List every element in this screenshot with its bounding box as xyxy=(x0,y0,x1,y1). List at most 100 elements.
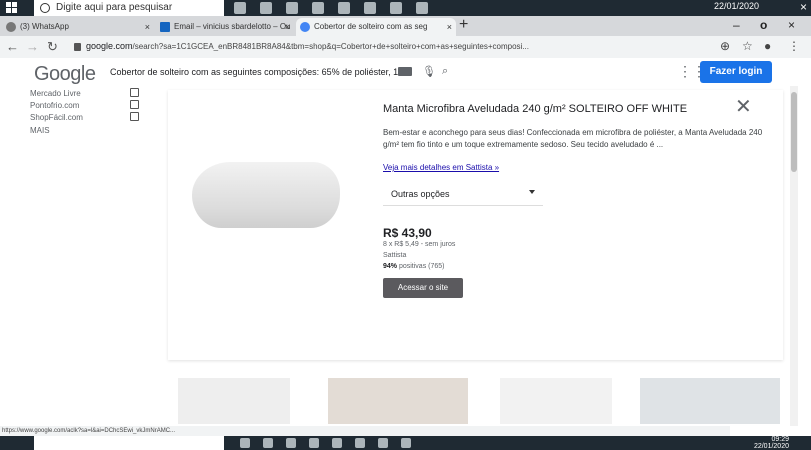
app-icon[interactable] xyxy=(416,2,428,14)
app-icon[interactable] xyxy=(378,438,388,448)
taskbar-date: 22/01/2020 xyxy=(713,1,759,11)
other-options-dropdown[interactable]: Outras opções xyxy=(383,182,543,206)
login-button[interactable]: Fazer login xyxy=(700,61,772,83)
tab-email[interactable]: Email – vinicius sbardelotto – Ou × xyxy=(156,18,294,36)
keyboard-icon[interactable] xyxy=(398,67,412,76)
minimize-icon[interactable]: – xyxy=(733,18,740,32)
bookmark-star-icon[interactable]: ☆ xyxy=(742,39,753,53)
outlook-icon xyxy=(160,22,170,32)
close-tab-icon[interactable]: × xyxy=(145,18,150,36)
app-icon[interactable] xyxy=(332,438,342,448)
result-thumbnail[interactable] xyxy=(640,378,780,424)
taskbar-apps xyxy=(234,2,428,14)
rating-text: positivas (765) xyxy=(398,263,445,270)
more-details-link[interactable]: Veja mais detalhes em Sattista » xyxy=(383,163,499,172)
lock-icon xyxy=(74,43,81,51)
new-tab-button[interactable]: + xyxy=(459,16,468,34)
app-icon[interactable] xyxy=(263,438,273,448)
tab-label: Cobertor de solteiro com as seg xyxy=(314,22,428,31)
filter-checkbox[interactable] xyxy=(130,88,139,97)
filter-shopfacil[interactable]: ShopFácil.com xyxy=(30,112,160,124)
taskbar-search[interactable]: Digite aqui para pesquisar xyxy=(34,0,224,16)
tab-label: (3) WhatsApp xyxy=(20,22,69,31)
app-icon[interactable] xyxy=(234,2,246,14)
google-header: Google Cobertor de solteiro com as segui… xyxy=(0,58,811,86)
filter-label: Pontofrio.com xyxy=(30,101,80,110)
microphone-icon[interactable]: 🎙 xyxy=(422,65,436,78)
url-field[interactable]: google.com/search?sa=1C1GCEA_enBR8481BR8… xyxy=(86,41,706,51)
filter-pontofrio[interactable]: Pontofrio.com xyxy=(30,100,160,112)
close-tab-icon[interactable]: × xyxy=(285,18,290,36)
clock-time: 09:29 xyxy=(771,436,789,443)
app-icon[interactable] xyxy=(286,438,296,448)
url-host: google.com xyxy=(86,41,133,51)
scrollbar[interactable] xyxy=(790,86,798,426)
app-icon[interactable] xyxy=(401,438,411,448)
window-close-icon[interactable]: × xyxy=(788,18,795,32)
address-bar: ← → ↻ google.com/search?sa=1C1GCEA_enBR8… xyxy=(0,36,811,58)
filter-label: Mercado Livre xyxy=(30,89,81,98)
taskbar-search[interactable] xyxy=(34,436,224,450)
filter-checkbox[interactable] xyxy=(130,112,139,121)
maximize-icon[interactable]: o xyxy=(760,18,767,32)
taskbar-search-label: Digite aqui para pesquisar xyxy=(56,2,173,13)
visit-site-button[interactable]: Acessar o site xyxy=(383,278,463,298)
menu-dots-icon[interactable]: ⋮ xyxy=(788,39,800,53)
taskbar-apps xyxy=(240,438,411,448)
close-icon[interactable]: × xyxy=(800,0,807,14)
close-panel-icon[interactable]: ✕ xyxy=(735,97,752,117)
filter-mercado-livre[interactable]: Mercado Livre xyxy=(30,88,160,100)
store-name: Sattista xyxy=(383,252,407,259)
tab-label: Email – vinicius sbardelotto – Ou xyxy=(174,22,291,31)
product-image[interactable] xyxy=(192,150,342,230)
status-url: https://www.google.com/aclk?sa=l&ai=DChc… xyxy=(0,426,730,436)
clock-date: 22/01/2020 xyxy=(753,443,789,450)
forward-icon[interactable]: → xyxy=(26,39,39,54)
google-logo[interactable]: Google xyxy=(34,63,96,86)
filter-checkbox[interactable] xyxy=(130,100,139,109)
app-icon[interactable] xyxy=(355,438,365,448)
tab-whatsapp[interactable]: (3) WhatsApp × xyxy=(2,18,154,36)
result-thumbnail[interactable] xyxy=(328,378,468,424)
app-icon[interactable] xyxy=(240,438,250,448)
result-thumbnail[interactable] xyxy=(178,378,290,424)
windows-start-icon[interactable] xyxy=(6,2,18,14)
cortana-icon xyxy=(40,3,50,13)
scrollbar-thumb[interactable] xyxy=(791,92,797,172)
url-path: /search?sa=1C1GCEA_enBR8481BR8A84&tbm=sh… xyxy=(132,42,529,51)
store-filters: Mercado Livre Pontofrio.com ShopFácil.co… xyxy=(30,88,160,135)
product-description: Bem-estar e aconchego para seus dias! Co… xyxy=(383,128,763,149)
profile-icon[interactable]: ● xyxy=(764,39,771,53)
search-icon[interactable]: ⌕ xyxy=(442,65,448,78)
app-icon[interactable] xyxy=(260,2,272,14)
search-input[interactable]: Cobertor de solteiro com as seguintes co… xyxy=(110,67,411,77)
tab-google-shopping[interactable]: Cobertor de solteiro com as seg × xyxy=(296,18,456,36)
app-icon[interactable] xyxy=(312,2,324,14)
dropdown-label: Outras opções xyxy=(391,189,450,199)
product-price: R$ 43,90 xyxy=(383,226,432,240)
reload-icon[interactable]: ↻ xyxy=(47,39,58,55)
app-icon[interactable] xyxy=(309,438,319,448)
chevron-down-icon xyxy=(529,190,535,194)
product-title: Manta Microfibra Aveludada 240 g/m² SOLT… xyxy=(383,103,688,115)
filter-label: ShopFácil.com xyxy=(30,113,83,122)
browser-tabs: (3) WhatsApp × Email – vinicius sbardelo… xyxy=(0,16,811,36)
bottom-taskbar: 09:29 22/01/2020 xyxy=(0,436,811,450)
app-icon[interactable] xyxy=(364,2,376,14)
result-thumbnail[interactable] xyxy=(500,378,612,424)
google-icon xyxy=(300,22,310,32)
app-icon[interactable] xyxy=(338,2,350,14)
top-taskbar: Digite aqui para pesquisar 22/01/2020 × xyxy=(0,0,811,16)
back-icon[interactable]: ← xyxy=(6,39,19,54)
app-icon[interactable] xyxy=(390,2,402,14)
blanket-image xyxy=(192,162,340,228)
close-tab-icon[interactable]: × xyxy=(447,18,452,36)
app-icon[interactable] xyxy=(286,2,298,14)
extension-icon[interactable]: ⊕ xyxy=(720,39,730,53)
rating-percent: 94% xyxy=(383,263,398,270)
store-rating: 94% positivas (765) xyxy=(383,263,445,270)
installments: 8 x R$ 5,49 - sem juros xyxy=(383,241,456,248)
whatsapp-icon xyxy=(6,22,16,32)
system-clock: 09:29 22/01/2020 xyxy=(754,436,789,450)
filters-more-link[interactable]: MAIS xyxy=(30,126,160,135)
